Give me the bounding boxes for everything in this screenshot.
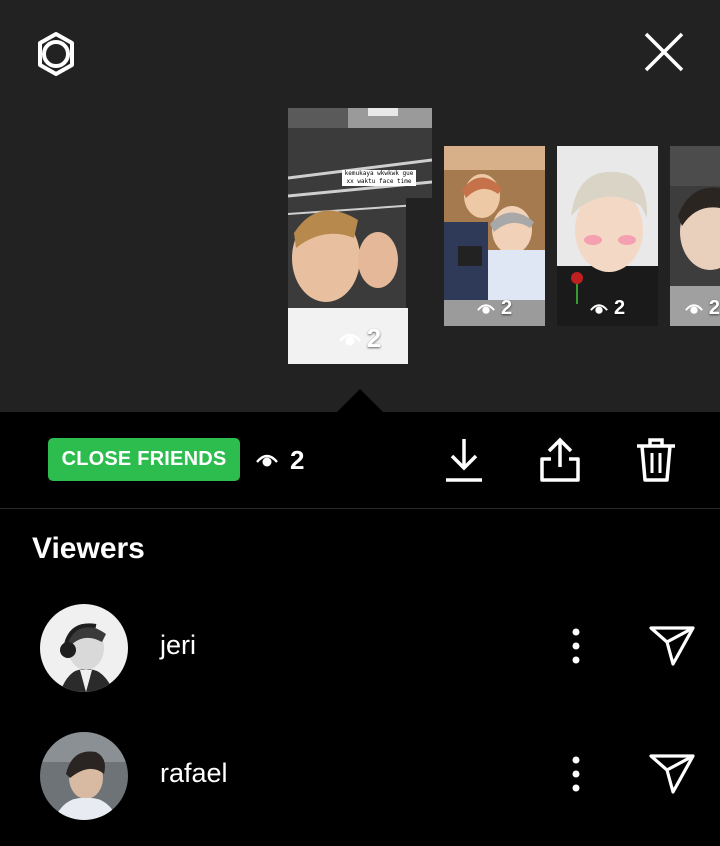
story-thumbnail-selected[interactable]: kemukaya wkwkwk gue xx waktu face time 2 bbox=[288, 108, 432, 364]
eye-icon bbox=[477, 304, 495, 314]
send-message-button[interactable] bbox=[648, 752, 696, 796]
more-options-button[interactable] bbox=[556, 750, 596, 798]
close-icon bbox=[644, 32, 684, 72]
eye-icon bbox=[590, 304, 608, 314]
viewer-row[interactable]: rafael bbox=[0, 726, 720, 822]
view-count[interactable]: 2 bbox=[256, 444, 304, 476]
story-view-count: 2 bbox=[557, 297, 658, 320]
avatar-image bbox=[40, 604, 128, 692]
trash-icon bbox=[637, 438, 675, 482]
story-view-number: 2 bbox=[613, 297, 626, 319]
eye-icon bbox=[256, 454, 278, 467]
viewer-name[interactable]: jeri bbox=[160, 630, 196, 661]
share-icon bbox=[540, 437, 580, 482]
more-vertical-icon bbox=[572, 756, 580, 792]
close-button[interactable] bbox=[638, 26, 690, 78]
eye-icon bbox=[685, 304, 703, 314]
download-button[interactable] bbox=[442, 436, 486, 484]
delete-button[interactable] bbox=[634, 436, 678, 484]
viewers-title: Viewers bbox=[32, 532, 145, 565]
download-icon bbox=[446, 439, 482, 482]
story-view-number: 2 bbox=[500, 297, 513, 319]
story-thumbnail[interactable]: 2 bbox=[444, 146, 545, 326]
avatar[interactable] bbox=[40, 604, 128, 692]
settings-button[interactable] bbox=[30, 28, 82, 80]
send-message-button[interactable] bbox=[648, 624, 696, 668]
avatar[interactable] bbox=[40, 732, 128, 820]
gear-icon bbox=[38, 32, 74, 76]
divider bbox=[0, 508, 720, 509]
viewer-row[interactable]: jeri bbox=[0, 598, 720, 694]
share-button[interactable] bbox=[538, 436, 582, 484]
avatar-image bbox=[40, 732, 128, 820]
more-options-button[interactable] bbox=[556, 622, 596, 670]
story-view-number: 2 bbox=[708, 297, 720, 319]
more-vertical-icon bbox=[572, 628, 580, 664]
story-view-count: 2 bbox=[288, 323, 432, 354]
story-thumbnail[interactable]: 2 bbox=[557, 146, 658, 326]
story-view-count: 2 bbox=[670, 297, 720, 320]
send-icon bbox=[649, 754, 695, 794]
story-view-number: 2 bbox=[366, 323, 382, 353]
story-view-count: 2 bbox=[444, 297, 545, 320]
selected-story-pointer bbox=[336, 389, 384, 413]
story-caption: kemukaya wkwkwk gue xx waktu face time bbox=[342, 170, 416, 186]
send-icon bbox=[649, 626, 695, 666]
eye-icon bbox=[338, 333, 361, 345]
view-count-number: 2 bbox=[290, 444, 305, 475]
story-thumbnail[interactable]: 2 bbox=[670, 146, 720, 326]
close-friends-badge[interactable]: CLOSE FRIENDS bbox=[48, 438, 240, 481]
viewer-name[interactable]: rafael bbox=[160, 758, 228, 789]
